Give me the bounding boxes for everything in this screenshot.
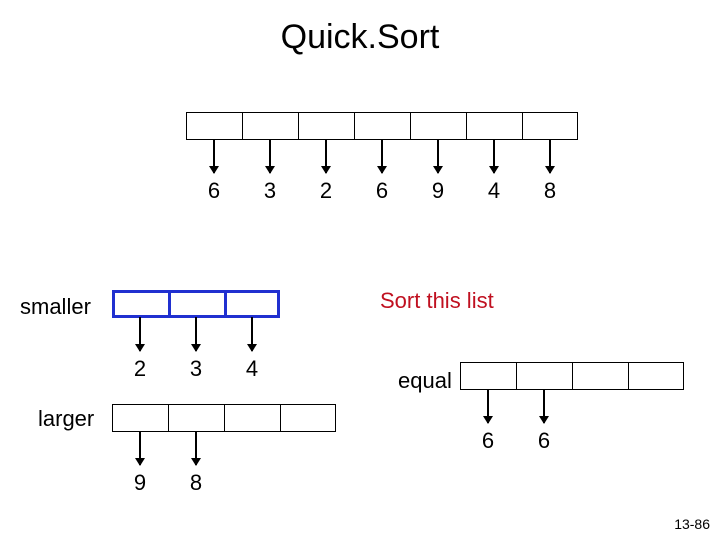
smaller-array <box>112 290 280 318</box>
array-cell <box>354 112 410 140</box>
equal-arrow-icon <box>487 389 489 423</box>
slide-title: Quick.Sort <box>0 18 720 57</box>
top-value: 8 <box>522 178 578 204</box>
array-cell <box>410 112 466 140</box>
top-value: 6 <box>354 178 410 204</box>
smaller-value: 3 <box>168 356 224 382</box>
smaller-arrow-icon <box>251 317 253 351</box>
equal-arrow-icon <box>543 389 545 423</box>
array-cell <box>466 112 522 140</box>
page-number: 13-86 <box>674 516 710 532</box>
larger-value: 8 <box>168 470 224 496</box>
top-arrow-icon <box>213 139 215 173</box>
top-value: 6 <box>186 178 242 204</box>
array-cell <box>112 404 168 432</box>
smaller-cell <box>168 290 224 318</box>
top-arrow-icon <box>437 139 439 173</box>
array-cell <box>522 112 578 140</box>
top-value: 9 <box>410 178 466 204</box>
array-cell <box>298 112 354 140</box>
top-arrow-icon <box>549 139 551 173</box>
top-arrow-icon <box>325 139 327 173</box>
larger-arrow-icon <box>195 431 197 465</box>
top-arrow-icon <box>269 139 271 173</box>
smaller-arrow-icon <box>139 317 141 351</box>
top-value: 4 <box>466 178 522 204</box>
equal-label: equal <box>398 368 452 394</box>
smaller-value: 2 <box>112 356 168 382</box>
larger-value: 9 <box>112 470 168 496</box>
top-value: 3 <box>242 178 298 204</box>
array-cell <box>628 362 684 390</box>
smaller-arrow-icon <box>195 317 197 351</box>
top-value: 2 <box>298 178 354 204</box>
smaller-label: smaller <box>20 294 91 320</box>
equal-array <box>460 362 684 390</box>
array-cell <box>280 404 336 432</box>
larger-array <box>112 404 336 432</box>
array-cell <box>242 112 298 140</box>
array-cell <box>460 362 516 390</box>
equal-value: 6 <box>460 428 516 454</box>
equal-value: 6 <box>516 428 572 454</box>
array-cell <box>186 112 242 140</box>
array-cell <box>516 362 572 390</box>
larger-arrow-icon <box>139 431 141 465</box>
array-cell <box>224 404 280 432</box>
array-cell <box>572 362 628 390</box>
sort-this-list-label: Sort this list <box>380 288 494 314</box>
array-cell <box>168 404 224 432</box>
larger-label: larger <box>38 406 94 432</box>
smaller-cell <box>224 290 280 318</box>
smaller-value: 4 <box>224 356 280 382</box>
smaller-cell <box>112 290 168 318</box>
top-array <box>186 112 578 140</box>
top-arrow-icon <box>381 139 383 173</box>
top-arrow-icon <box>493 139 495 173</box>
